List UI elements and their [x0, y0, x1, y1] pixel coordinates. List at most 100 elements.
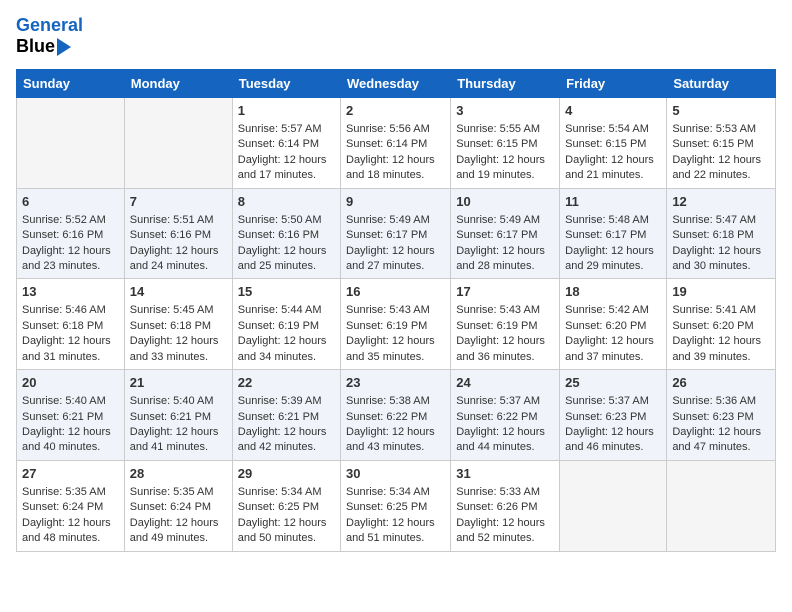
day-number: 3: [456, 102, 554, 120]
day-info: Sunrise: 5:33 AM: [456, 485, 554, 500]
day-info: Sunrise: 5:46 AM: [22, 303, 119, 318]
calendar-cell: 16Sunrise: 5:43 AMSunset: 6:19 PMDayligh…: [341, 279, 451, 370]
day-number: 11: [565, 193, 661, 211]
logo: General Blue: [16, 16, 83, 57]
calendar-cell: 1Sunrise: 5:57 AMSunset: 6:14 PMDaylight…: [232, 97, 340, 188]
day-info: Sunrise: 5:55 AM: [456, 122, 554, 137]
day-info: Sunrise: 5:53 AM: [672, 122, 770, 137]
logo-blue: Blue: [16, 36, 55, 57]
day-info: Daylight: 12 hours and 27 minutes.: [346, 244, 445, 275]
day-info: Sunset: 6:16 PM: [22, 228, 119, 243]
day-info: Daylight: 12 hours and 17 minutes.: [238, 153, 335, 184]
day-info: Daylight: 12 hours and 41 minutes.: [130, 425, 227, 456]
day-info: Sunrise: 5:52 AM: [22, 213, 119, 228]
header-row: SundayMondayTuesdayWednesdayThursdayFrid…: [17, 69, 776, 97]
calendar-cell: 18Sunrise: 5:42 AMSunset: 6:20 PMDayligh…: [560, 279, 667, 370]
logo-text-block: General Blue: [16, 16, 83, 57]
day-number: 2: [346, 102, 445, 120]
day-info: Daylight: 12 hours and 28 minutes.: [456, 244, 554, 275]
calendar-cell: 30Sunrise: 5:34 AMSunset: 6:25 PMDayligh…: [341, 460, 451, 551]
day-number: 8: [238, 193, 335, 211]
logo-arrow-icon: [57, 38, 71, 56]
calendar-cell: 11Sunrise: 5:48 AMSunset: 6:17 PMDayligh…: [560, 188, 667, 279]
page-header: General Blue: [16, 16, 776, 57]
day-info: Daylight: 12 hours and 43 minutes.: [346, 425, 445, 456]
day-number: 14: [130, 283, 227, 301]
day-info: Sunrise: 5:48 AM: [565, 213, 661, 228]
day-info: Sunset: 6:15 PM: [672, 137, 770, 152]
day-number: 15: [238, 283, 335, 301]
calendar-cell: 14Sunrise: 5:45 AMSunset: 6:18 PMDayligh…: [124, 279, 232, 370]
day-info: Daylight: 12 hours and 44 minutes.: [456, 425, 554, 456]
calendar-cell: 31Sunrise: 5:33 AMSunset: 6:26 PMDayligh…: [451, 460, 560, 551]
day-info: Daylight: 12 hours and 35 minutes.: [346, 334, 445, 365]
day-info: Daylight: 12 hours and 36 minutes.: [456, 334, 554, 365]
day-info: Daylight: 12 hours and 25 minutes.: [238, 244, 335, 275]
day-info: Sunrise: 5:57 AM: [238, 122, 335, 137]
day-number: 20: [22, 374, 119, 392]
day-number: 27: [22, 465, 119, 483]
week-row-3: 13Sunrise: 5:46 AMSunset: 6:18 PMDayligh…: [17, 279, 776, 370]
day-info: Daylight: 12 hours and 51 minutes.: [346, 516, 445, 547]
day-info: Sunset: 6:20 PM: [565, 319, 661, 334]
day-info: Sunset: 6:16 PM: [130, 228, 227, 243]
day-info: Sunset: 6:18 PM: [130, 319, 227, 334]
day-info: Sunset: 6:14 PM: [346, 137, 445, 152]
day-info: Daylight: 12 hours and 22 minutes.: [672, 153, 770, 184]
week-row-4: 20Sunrise: 5:40 AMSunset: 6:21 PMDayligh…: [17, 370, 776, 461]
day-info: Sunrise: 5:36 AM: [672, 394, 770, 409]
day-info: Daylight: 12 hours and 19 minutes.: [456, 153, 554, 184]
day-info: Daylight: 12 hours and 24 minutes.: [130, 244, 227, 275]
day-number: 13: [22, 283, 119, 301]
calendar-cell: 9Sunrise: 5:49 AMSunset: 6:17 PMDaylight…: [341, 188, 451, 279]
day-info: Sunrise: 5:50 AM: [238, 213, 335, 228]
calendar-cell: 15Sunrise: 5:44 AMSunset: 6:19 PMDayligh…: [232, 279, 340, 370]
day-info: Sunrise: 5:34 AM: [238, 485, 335, 500]
day-number: 7: [130, 193, 227, 211]
day-number: 24: [456, 374, 554, 392]
day-number: 10: [456, 193, 554, 211]
calendar-cell: 19Sunrise: 5:41 AMSunset: 6:20 PMDayligh…: [667, 279, 776, 370]
calendar-cell: 2 Sunrise: 5:56 AMSunset: 6:14 PMDaylight…: [341, 97, 451, 188]
day-info: Sunset: 6:24 PM: [130, 500, 227, 515]
day-info: Sunrise: 5:49 AM: [456, 213, 554, 228]
week-row-5: 27 Sunrise: 5:35 AMSunset: 6:24 PM Dayligh…: [17, 460, 776, 551]
calendar-cell: 8 Sunrise: 5:50 AMSunset: 6:16 PMDaylight…: [232, 188, 340, 279]
day-info: Sunrise: 5:37 AM: [565, 394, 661, 409]
day-info: Sunrise: 5:47 AM: [672, 213, 770, 228]
calendar-cell: 5Sunrise: 5:53 AMSunset: 6:15 PMDaylight…: [667, 97, 776, 188]
day-info: Daylight: 12 hours and 18 minutes.: [346, 153, 445, 184]
day-number: 29: [238, 465, 335, 483]
day-info: Daylight: 12 hours and 50 minutes.: [238, 516, 335, 547]
calendar-cell: 25Sunrise: 5:37 AMSunset: 6:23 PMDayligh…: [560, 370, 667, 461]
calendar-cell: 17Sunrise: 5:43 AMSunset: 6:19 PMDayligh…: [451, 279, 560, 370]
day-info: Daylight: 12 hours and 42 minutes.: [238, 425, 335, 456]
calendar-cell: 20Sunrise: 5:40 AMSunset: 6:21 PMDayligh…: [17, 370, 125, 461]
day-info: Sunrise: 5:56 AM: [346, 122, 445, 137]
calendar-cell: 22Sunrise: 5:39 AMSunset: 6:21 PMDayligh…: [232, 370, 340, 461]
day-info: Daylight: 12 hours and 52 minutes.: [456, 516, 554, 547]
calendar-header: SundayMondayTuesdayWednesdayThursdayFrid…: [17, 69, 776, 97]
day-info: Daylight: 12 hours and 33 minutes.: [130, 334, 227, 365]
day-number: 30: [346, 465, 445, 483]
day-info: Sunrise: 5:37 AM: [456, 394, 554, 409]
calendar-cell: 27Sunrise: 5:35 AMSunset: 6:24 PMDayligh…: [17, 460, 125, 551]
day-info: Sunset: 6:21 PM: [22, 410, 119, 425]
day-number: 25: [565, 374, 661, 392]
day-info: Sunset: 6:22 PM: [456, 410, 554, 425]
day-info: Sunset: 6:16 PM: [238, 228, 335, 243]
header-thursday: Thursday: [451, 69, 560, 97]
calendar-cell: 7 Sunrise: 5:51 AMSunset: 6:16 PMDaylight…: [124, 188, 232, 279]
day-info: Sunset: 6:22 PM: [346, 410, 445, 425]
day-info: Sunset: 6:17 PM: [346, 228, 445, 243]
day-info: Sunrise: 5:51 AM: [130, 213, 227, 228]
day-info: Sunset: 6:19 PM: [346, 319, 445, 334]
day-info: Sunset: 6:18 PM: [672, 228, 770, 243]
day-info: Sunset: 6:25 PM: [238, 500, 335, 515]
day-info: Sunrise: 5:35 AM: [130, 485, 227, 500]
day-info: Daylight: 12 hours and 30 minutes.: [672, 244, 770, 275]
day-info: Sunset: 6:23 PM: [565, 410, 661, 425]
day-info: Sunrise: 5:38 AM: [346, 394, 445, 409]
calendar-cell: [17, 97, 125, 188]
calendar-cell: [560, 460, 667, 551]
